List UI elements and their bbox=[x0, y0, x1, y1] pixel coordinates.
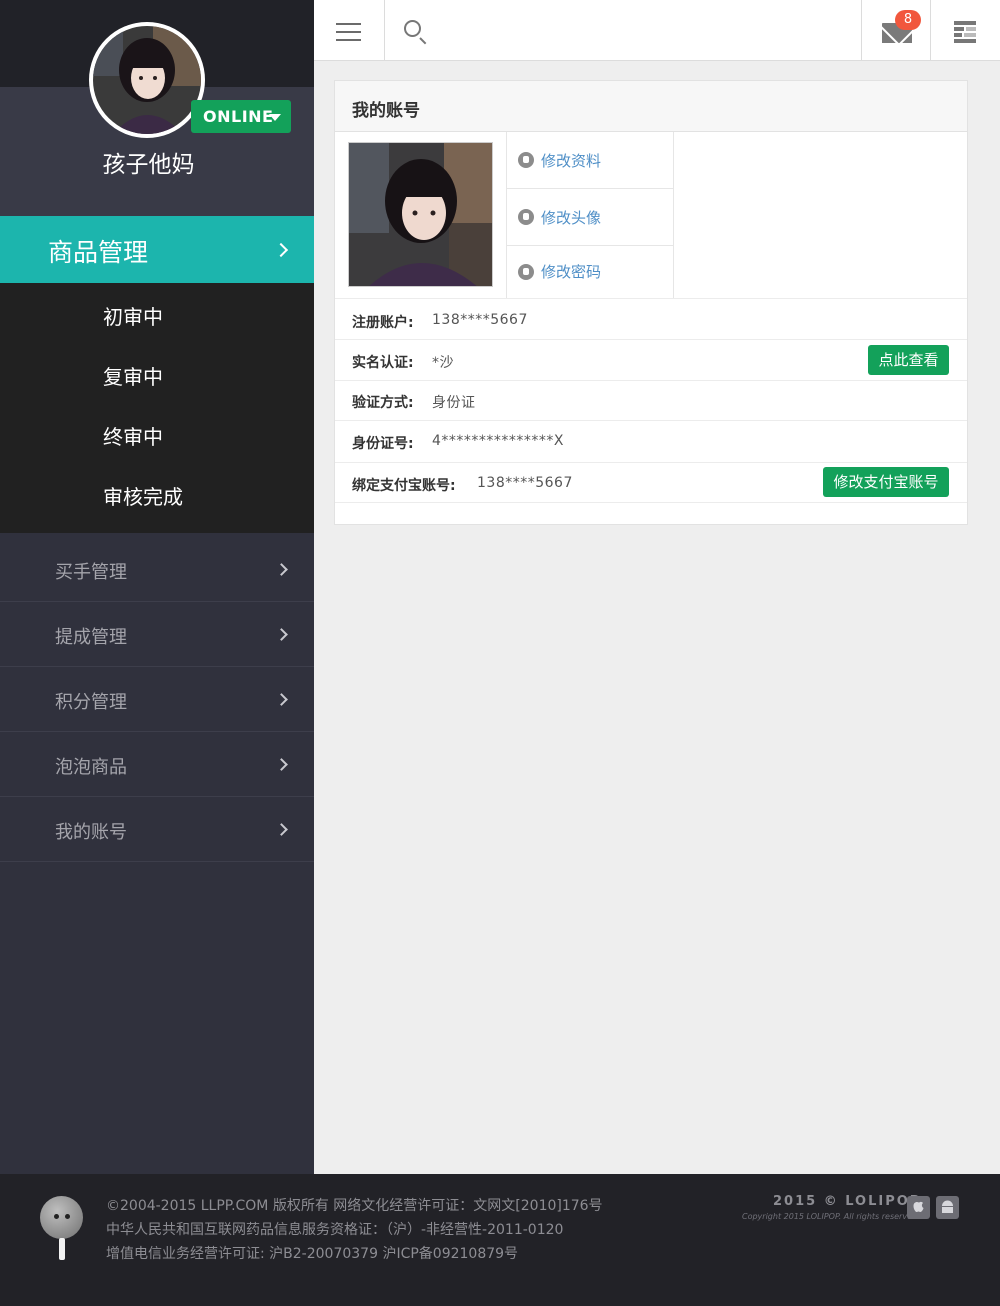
info-row-verification-method: 验证方式: 身份证 bbox=[335, 380, 967, 420]
avatar[interactable] bbox=[89, 22, 205, 138]
sidebar-item-label: 商品管理 bbox=[48, 238, 149, 267]
brand-copyright: Copyright 2015 LOLIPOP. All rights reser… bbox=[742, 1212, 920, 1221]
change-avatar-link[interactable]: 修改头像 bbox=[507, 189, 673, 246]
sidebar-item-label: 买手管理 bbox=[55, 562, 127, 583]
submenu-item-initial-review[interactable]: 初审中 bbox=[103, 301, 163, 330]
field-label: 绑定支付宝账号: bbox=[352, 478, 456, 494]
page-title: 我的账号 bbox=[352, 101, 420, 121]
footer-icp: 增值电信业务经营许可证: 沪B2-20070379 沪ICP备09210879号 bbox=[106, 1246, 519, 1262]
field-label: 注册账户: bbox=[352, 315, 414, 331]
sidebar-item-label: 积分管理 bbox=[55, 692, 127, 713]
sidebar-item-products[interactable]: 商品管理 bbox=[0, 216, 314, 283]
info-row-id-number: 身份证号: 4***************X bbox=[335, 420, 967, 462]
topbar: 8 bbox=[314, 0, 1000, 61]
avatar-image bbox=[93, 26, 201, 134]
sidebar-item-bubble-products[interactable]: 泡泡商品 bbox=[0, 732, 314, 797]
status-label: ONLINE bbox=[203, 107, 274, 126]
field-value: 138****5667 bbox=[432, 312, 528, 328]
profile-panel: ONLINE 孩子他妈 bbox=[0, 0, 314, 216]
search-icon[interactable] bbox=[404, 20, 427, 45]
field-label: 身份证号: bbox=[352, 436, 414, 452]
submenu-item-review-complete[interactable]: 审核完成 bbox=[103, 481, 183, 510]
sidebar-item-label: 泡泡商品 bbox=[55, 757, 127, 778]
change-alipay-button[interactable]: 修改支付宝账号 bbox=[823, 467, 949, 497]
sidebar-item-label: 提成管理 bbox=[55, 627, 127, 648]
field-label: 验证方式: bbox=[352, 395, 414, 411]
mail-count-badge: 8 bbox=[895, 10, 921, 30]
field-value: *沙 bbox=[432, 355, 454, 371]
info-row-alipay: 绑定支付宝账号: 138****5667 修改支付宝账号 bbox=[335, 462, 967, 503]
panel-header: 我的账号 bbox=[335, 81, 967, 132]
sidebar-item-buyers[interactable]: 买手管理 bbox=[0, 537, 314, 602]
submenu-item-final-review[interactable]: 终审中 bbox=[103, 421, 163, 450]
footer: ©2004-2015 LLPP.COM 版权所有 网络文化经营许可证：文网文[2… bbox=[0, 1174, 1000, 1306]
chevron-right-icon bbox=[275, 563, 288, 576]
chevron-right-icon bbox=[275, 693, 288, 706]
username: 孩子他妈 bbox=[102, 152, 195, 178]
view-verification-button[interactable]: 点此查看 bbox=[868, 345, 949, 375]
sidebar-item-label: 我的账号 bbox=[55, 822, 127, 843]
sidebar-item-points[interactable]: 积分管理 bbox=[0, 667, 314, 732]
profile-photo-box bbox=[335, 132, 507, 298]
key-icon bbox=[518, 264, 534, 280]
change-password-link[interactable]: 修改密码 bbox=[507, 246, 673, 298]
chevron-right-icon bbox=[273, 242, 289, 258]
lollipop-mascot-logo bbox=[40, 1196, 84, 1260]
submenu-item-second-review[interactable]: 复审中 bbox=[103, 361, 163, 390]
field-label: 实名认证: bbox=[352, 355, 414, 371]
chevron-right-icon bbox=[275, 628, 288, 641]
field-value: 4***************X bbox=[432, 433, 564, 449]
user-icon bbox=[518, 209, 534, 225]
apple-icon[interactable] bbox=[907, 1196, 930, 1219]
profile-photo bbox=[348, 142, 493, 287]
chevron-right-icon bbox=[275, 823, 288, 836]
submenu: 初审中 复审中 终审中 审核完成 bbox=[0, 283, 314, 533]
chevron-right-icon bbox=[275, 758, 288, 771]
profile-actions: 修改资料 修改头像 修改密码 bbox=[507, 132, 674, 298]
info-row-real-name: 实名认证: *沙 点此查看 bbox=[335, 339, 967, 380]
footer-copyright: ©2004-2015 LLPP.COM 版权所有 网络文化经营许可证：文网文[2… bbox=[106, 1198, 603, 1214]
sidebar-item-my-account[interactable]: 我的账号 bbox=[0, 797, 314, 862]
edit-icon bbox=[518, 152, 534, 168]
caret-down-icon bbox=[269, 114, 281, 121]
sidebar: ONLINE 孩子他妈 商品管理 初审中 复审中 终审中 审核完成 买手管理 提… bbox=[0, 0, 314, 1174]
account-panel: 我的账号 修改资料 修改头像 修改密码 注册账户: 138****5667 实名… bbox=[334, 80, 968, 525]
field-value: 身份证 bbox=[432, 395, 476, 411]
edit-profile-link[interactable]: 修改资料 bbox=[507, 132, 673, 189]
android-icon[interactable] bbox=[936, 1196, 959, 1219]
status-badge[interactable]: ONLINE bbox=[191, 100, 291, 133]
hamburger-icon[interactable] bbox=[314, 0, 385, 60]
info-row-registered-account: 注册账户: 138****5667 bbox=[335, 298, 967, 339]
mail-button[interactable]: 8 bbox=[861, 0, 931, 60]
field-value: 138****5667 bbox=[477, 475, 573, 491]
sidebar-item-commission[interactable]: 提成管理 bbox=[0, 602, 314, 667]
footer-license: 中华人民共和国互联网药品信息服务资格证：（沪）-非经营性-2011-0120 bbox=[106, 1222, 564, 1238]
brand-logo: 2015 © LOLIPOP bbox=[773, 1194, 922, 1209]
grid-icon[interactable] bbox=[954, 21, 976, 43]
